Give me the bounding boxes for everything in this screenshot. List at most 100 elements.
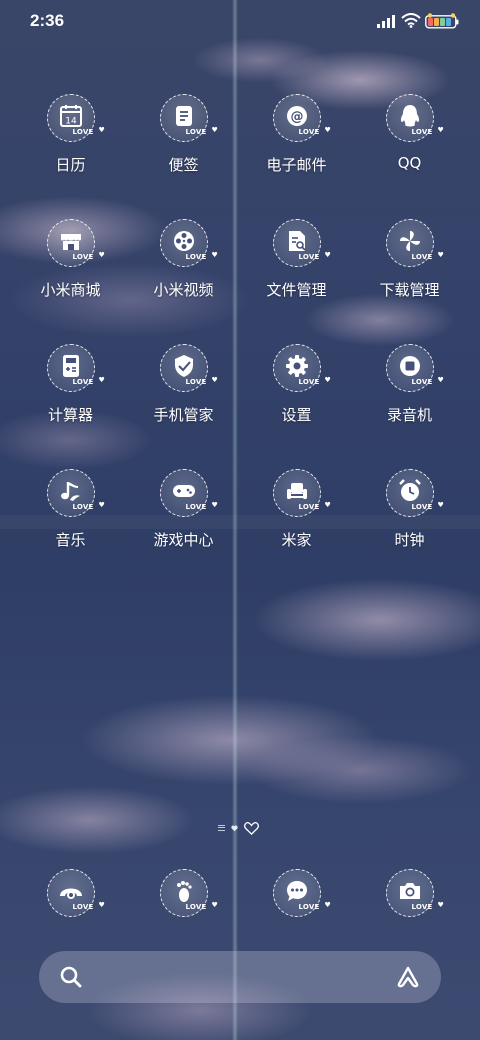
app-qq[interactable]: LOVE ♥ QQ <box>353 94 466 219</box>
app-label: 电子邮件 <box>266 156 327 174</box>
love-tag: LOVE <box>411 503 433 511</box>
app-label: 录音机 <box>386 406 432 424</box>
love-tag: LOVE <box>72 128 94 136</box>
app-calculator[interactable]: LOVE ♥ 计算器 <box>14 344 127 469</box>
app-calendar[interactable]: 14 LOVE ♥ 日历 <box>14 94 127 219</box>
signal-icon <box>377 15 395 28</box>
heart-icon: ♥ <box>211 126 218 134</box>
heart-icon: ♥ <box>437 901 444 909</box>
heart-icon: ♥ <box>437 126 444 134</box>
heart-icon: ♥ <box>324 376 331 384</box>
app-notes[interactable]: LOVE ♥ 便签 <box>127 94 240 219</box>
store-icon: LOVE ♥ <box>46 219 105 267</box>
love-tag: LOVE <box>411 128 433 136</box>
film-reel-icon: LOVE ♥ <box>159 219 218 267</box>
love-tag: LOVE <box>72 253 94 261</box>
app-mi-store[interactable]: LOVE ♥ 小米商城 <box>14 219 127 344</box>
page-indicator[interactable] <box>218 820 264 836</box>
love-tag: LOVE <box>185 253 207 261</box>
heart-icon: ♥ <box>437 251 444 259</box>
qq-penguin-icon: LOVE ♥ <box>385 94 444 142</box>
app-recorder[interactable]: LOVE ♥ 录音机 <box>353 344 466 469</box>
battery-icon <box>425 13 459 29</box>
message-icon: LOVE ♥ <box>272 869 331 917</box>
heart-icon: ♥ <box>324 126 331 134</box>
heart-icon: ♥ <box>324 501 331 509</box>
pinwheel-icon: LOVE ♥ <box>385 219 444 267</box>
love-tag: LOVE <box>72 503 94 511</box>
search-bar[interactable] <box>39 951 441 1003</box>
heart-icon: ♥ <box>98 126 105 134</box>
footprint-icon: LOVE ♥ <box>159 869 218 917</box>
app-label: 时钟 <box>394 531 425 549</box>
app-label: 小米商城 <box>40 281 101 299</box>
heart-icon: ♥ <box>98 251 105 259</box>
heart-icon: ♥ <box>324 251 331 259</box>
heart-icon: ♥ <box>98 501 105 509</box>
app-label: 日历 <box>55 156 86 174</box>
app-label: 下载管理 <box>379 281 440 299</box>
app-grid: 14 LOVE ♥ 日历 LOVE ♥ 便签 @ LOVE ♥ 电子邮件 LOV… <box>14 94 466 594</box>
love-tag: LOVE <box>411 903 433 911</box>
app-label: 手机管家 <box>153 406 214 424</box>
app-label: 米家 <box>281 531 312 549</box>
dock-messages[interactable]: LOVE ♥ <box>240 869 353 921</box>
heart-icon: ♥ <box>437 376 444 384</box>
music-note-icon: LOVE ♥ <box>46 469 105 517</box>
love-tag: LOVE <box>298 503 320 511</box>
heart-icon: ♥ <box>98 901 105 909</box>
app-email[interactable]: @ LOVE ♥ 电子邮件 <box>240 94 353 219</box>
app-label: 便签 <box>168 156 199 174</box>
love-tag: LOVE <box>298 253 320 261</box>
love-tag: LOVE <box>72 378 94 386</box>
page-dot-heart-icon <box>231 825 238 831</box>
app-mi-video[interactable]: LOVE ♥ 小米视频 <box>127 219 240 344</box>
file-manager-icon: LOVE ♥ <box>272 219 331 267</box>
app-file-manager[interactable]: LOVE ♥ 文件管理 <box>240 219 353 344</box>
dock-phone[interactable]: LOVE ♥ <box>14 869 127 921</box>
app-label: QQ <box>397 154 422 172</box>
alarm-clock-icon: LOVE ♥ <box>385 469 444 517</box>
record-icon: LOVE ♥ <box>385 344 444 392</box>
app-download-manager[interactable]: LOVE ♥ 下载管理 <box>353 219 466 344</box>
dock: LOVE ♥ LOVE ♥ LOVE ♥ LOVE ♥ <box>14 869 466 921</box>
love-tag: LOVE <box>185 378 207 386</box>
heart-icon: ♥ <box>211 901 218 909</box>
svg-text:14: 14 <box>65 117 77 127</box>
voice-assistant-icon[interactable] <box>395 965 421 989</box>
app-label: 文件管理 <box>266 281 327 299</box>
calculator-icon: LOVE ♥ <box>46 344 105 392</box>
gear-icon: LOVE ♥ <box>272 344 331 392</box>
love-tag: LOVE <box>298 378 320 386</box>
love-tag: LOVE <box>411 253 433 261</box>
status-time: 2:36 <box>30 11 65 30</box>
heart-icon: ♥ <box>437 501 444 509</box>
dock-camera[interactable]: LOVE ♥ <box>353 869 466 921</box>
email-icon: @ LOVE ♥ <box>272 94 331 142</box>
love-tag: LOVE <box>298 903 320 911</box>
app-clock[interactable]: LOVE ♥ 时钟 <box>353 469 466 594</box>
shield-icon: LOVE ♥ <box>159 344 218 392</box>
phone-icon: LOVE ♥ <box>46 869 105 917</box>
calendar-icon: 14 LOVE ♥ <box>46 94 105 142</box>
app-label: 音乐 <box>55 531 86 549</box>
app-label: 设置 <box>281 406 312 424</box>
menu-lines-icon <box>218 825 225 831</box>
app-security[interactable]: LOVE ♥ 手机管家 <box>127 344 240 469</box>
love-tag: LOVE <box>72 903 94 911</box>
search-icon[interactable] <box>59 965 83 989</box>
app-music[interactable]: LOVE ♥ 音乐 <box>14 469 127 594</box>
svg-text:@: @ <box>290 110 303 125</box>
heart-icon: ♥ <box>211 376 218 384</box>
app-label: 游戏中心 <box>153 531 214 549</box>
app-game-center[interactable]: LOVE ♥ 游戏中心 <box>127 469 240 594</box>
heart-icon: ♥ <box>211 501 218 509</box>
app-mijia[interactable]: LOVE ♥ 米家 <box>240 469 353 594</box>
dock-footprint[interactable]: LOVE ♥ <box>127 869 240 921</box>
love-tag: LOVE <box>411 378 433 386</box>
love-tag: LOVE <box>298 128 320 136</box>
notes-icon: LOVE ♥ <box>159 94 218 142</box>
heart-icon: ♥ <box>324 901 331 909</box>
love-tag: LOVE <box>185 128 207 136</box>
app-settings[interactable]: LOVE ♥ 设置 <box>240 344 353 469</box>
